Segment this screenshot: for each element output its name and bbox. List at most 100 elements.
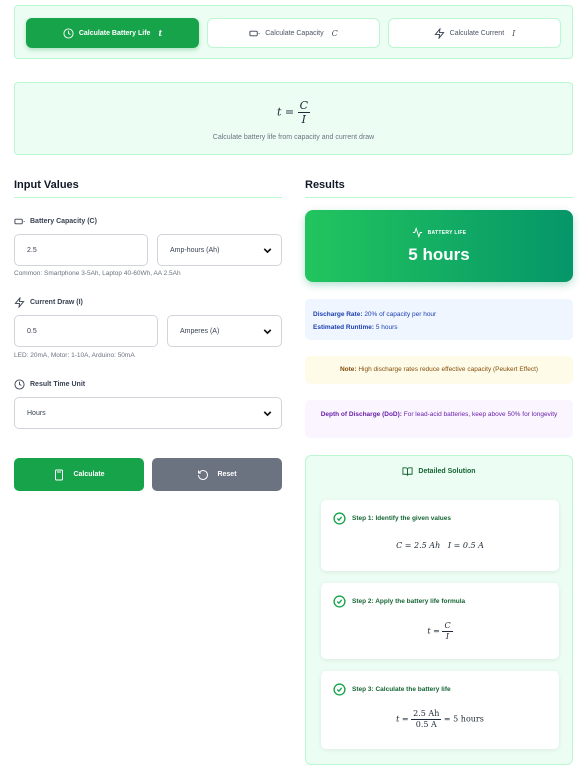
discharge-rate-value: 20% of capacity per hour: [364, 311, 437, 318]
calculate-button-label: Calculate: [73, 471, 105, 478]
step-math-current: I = 0.5 A: [447, 541, 484, 550]
dod-text: For lead-acid batteries, keep above 50% …: [403, 411, 558, 418]
step-math-capacity: C = 2.5 Ah: [396, 541, 441, 550]
check-circle-icon: [333, 512, 346, 525]
capacity-label: Battery Capacity (C): [14, 216, 97, 227]
current-hint: LED: 20mA, Motor: 1-10A, Arduino: 50mA: [14, 352, 135, 359]
step-math-lhs: t =: [427, 626, 440, 636]
current-unit-value: Amperes (A): [180, 327, 220, 335]
time-unit-label: Result Time Unit: [14, 379, 85, 390]
reset-button-label: Reset: [217, 471, 237, 478]
battery-icon: [14, 218, 25, 225]
step-math-fraction: 2.5 Ah 0.5 A: [411, 709, 442, 729]
current-input[interactable]: 0.5: [14, 315, 158, 347]
result-value: 5 hours: [408, 245, 470, 264]
chevron-down-icon: [263, 248, 272, 254]
step-header: Step 1: Identify the given values: [333, 512, 451, 525]
tab-symbol: C: [331, 28, 338, 38]
runtime-value: 5 hours: [375, 324, 398, 331]
capacity-input[interactable]: 2.5: [14, 234, 148, 266]
capacity-label-text: Battery Capacity (C): [30, 218, 97, 225]
clock-icon: [14, 379, 25, 390]
step-title: Step 1: Identify the given values: [352, 515, 451, 522]
formula: t = C I: [15, 100, 572, 125]
step-math-denominator: I: [445, 632, 450, 641]
step-title: Step 3: Calculate the battery life: [352, 686, 451, 693]
clock-icon: [63, 27, 74, 39]
reset-button[interactable]: Reset: [152, 458, 282, 491]
formula-panel: t = C I Calculate battery life from capa…: [14, 82, 573, 155]
book-open-icon: [402, 467, 413, 476]
check-circle-icon: [333, 683, 346, 696]
peukert-note-box: Note: High discharge rates reduce effect…: [305, 356, 573, 384]
step-title: Step 2: Apply the battery life formula: [352, 598, 466, 605]
discharge-rate-line: Discharge Rate: 20% of capacity per hour: [313, 308, 565, 321]
step-math: C = 2.5 Ah I = 0.5 A: [321, 541, 559, 550]
capacity-hint: Common: Smartphone 3-5Ah, Laptop 40-60Wh…: [14, 270, 181, 277]
chevron-down-icon: [263, 411, 272, 417]
tab-symbol: t: [158, 28, 163, 38]
tab-label: Calculate Capacity: [265, 29, 324, 37]
step-header: Step 3: Calculate the battery life: [333, 683, 451, 696]
mode-tabs-panel: Calculate Battery Life t Calculate Capac…: [14, 5, 573, 59]
step-math: t = 2.5 Ah 0.5 A = 5 hours: [321, 710, 559, 729]
solution-title: Detailed Solution: [306, 466, 572, 477]
results-section-title: Results: [305, 179, 345, 191]
dod-label: Depth of Discharge (DoD):: [320, 411, 402, 418]
calculate-button[interactable]: Calculate: [14, 458, 144, 491]
note-text: High discharge rates reduce effective ca…: [358, 366, 539, 373]
formula-lhs: t =: [276, 105, 295, 119]
detailed-solution-panel: Detailed Solution Step 1: Identify the g…: [305, 455, 573, 765]
tab-calculate-battery-life[interactable]: Calculate Battery Life t: [26, 18, 199, 48]
note-label: Note:: [339, 366, 357, 373]
battery-life-result-card: BATTERY LIFE 5 hours: [305, 210, 573, 282]
input-section-title: Input Values: [14, 179, 79, 191]
time-unit-value: Hours: [27, 409, 46, 417]
capacity-unit-select[interactable]: Amp-hours (Ah): [157, 234, 282, 266]
solution-title-text: Detailed Solution: [418, 468, 476, 475]
formula-description: Calculate battery life from capacity and…: [212, 134, 375, 141]
reset-icon: [198, 469, 209, 480]
zap-icon: [14, 297, 25, 308]
step-math-numerator: C: [442, 621, 453, 632]
formula-fraction: C I: [297, 99, 311, 126]
battery-icon: [249, 30, 260, 36]
step-math-lhs: t =: [396, 714, 409, 724]
step-header: Step 2: Apply the battery life formula: [333, 595, 465, 608]
tab-label: Calculate Current: [449, 29, 505, 37]
tab-calculate-current[interactable]: Calculate Current I: [388, 18, 561, 48]
step-math-numerator: 2.5 Ah: [411, 709, 442, 720]
tab-symbol: I: [512, 28, 516, 38]
tab-calculate-capacity[interactable]: Calculate Capacity C: [207, 18, 380, 48]
step-math-fraction: C I: [442, 621, 453, 641]
runtime-line: Estimated Runtime: 5 hours: [313, 321, 565, 334]
result-card-label-text: BATTERY LIFE: [427, 229, 467, 236]
current-unit-select[interactable]: Amperes (A): [167, 315, 282, 347]
step-math-denominator: 0.5 A: [415, 720, 437, 729]
solution-step-3: Step 3: Calculate the battery life t = 2…: [321, 671, 559, 749]
results-divider: [305, 197, 573, 198]
calculator-icon: [55, 469, 64, 480]
formula-denominator: I: [301, 113, 306, 126]
tab-label: Calculate Battery Life: [78, 29, 151, 37]
current-label: Current Draw (I): [14, 297, 83, 308]
discharge-rate-label: Discharge Rate:: [313, 311, 363, 318]
solution-step-2: Step 2: Apply the battery life formula t…: [321, 583, 559, 659]
result-card-label: BATTERY LIFE: [305, 227, 573, 238]
time-unit-select[interactable]: Hours: [14, 397, 282, 429]
zap-icon: [434, 27, 445, 39]
check-circle-icon: [333, 595, 346, 608]
current-label-text: Current Draw (I): [30, 299, 83, 306]
dod-info-box: Depth of Discharge (DoD): For lead-acid …: [305, 400, 573, 438]
activity-icon: [412, 227, 422, 238]
step-math-result: = 5 hours: [443, 714, 484, 724]
step-math: t = C I: [321, 622, 559, 641]
formula-numerator: C: [297, 99, 311, 113]
discharge-info-box: Discharge Rate: 20% of capacity per hour…: [305, 299, 573, 340]
solution-step-1: Step 1: Identify the given values C = 2.…: [321, 500, 559, 571]
time-unit-label-text: Result Time Unit: [30, 381, 86, 388]
input-divider: [14, 197, 282, 198]
runtime-label: Estimated Runtime:: [313, 324, 375, 331]
capacity-unit-value: Amp-hours (Ah): [170, 246, 220, 254]
chevron-down-icon: [263, 329, 272, 335]
